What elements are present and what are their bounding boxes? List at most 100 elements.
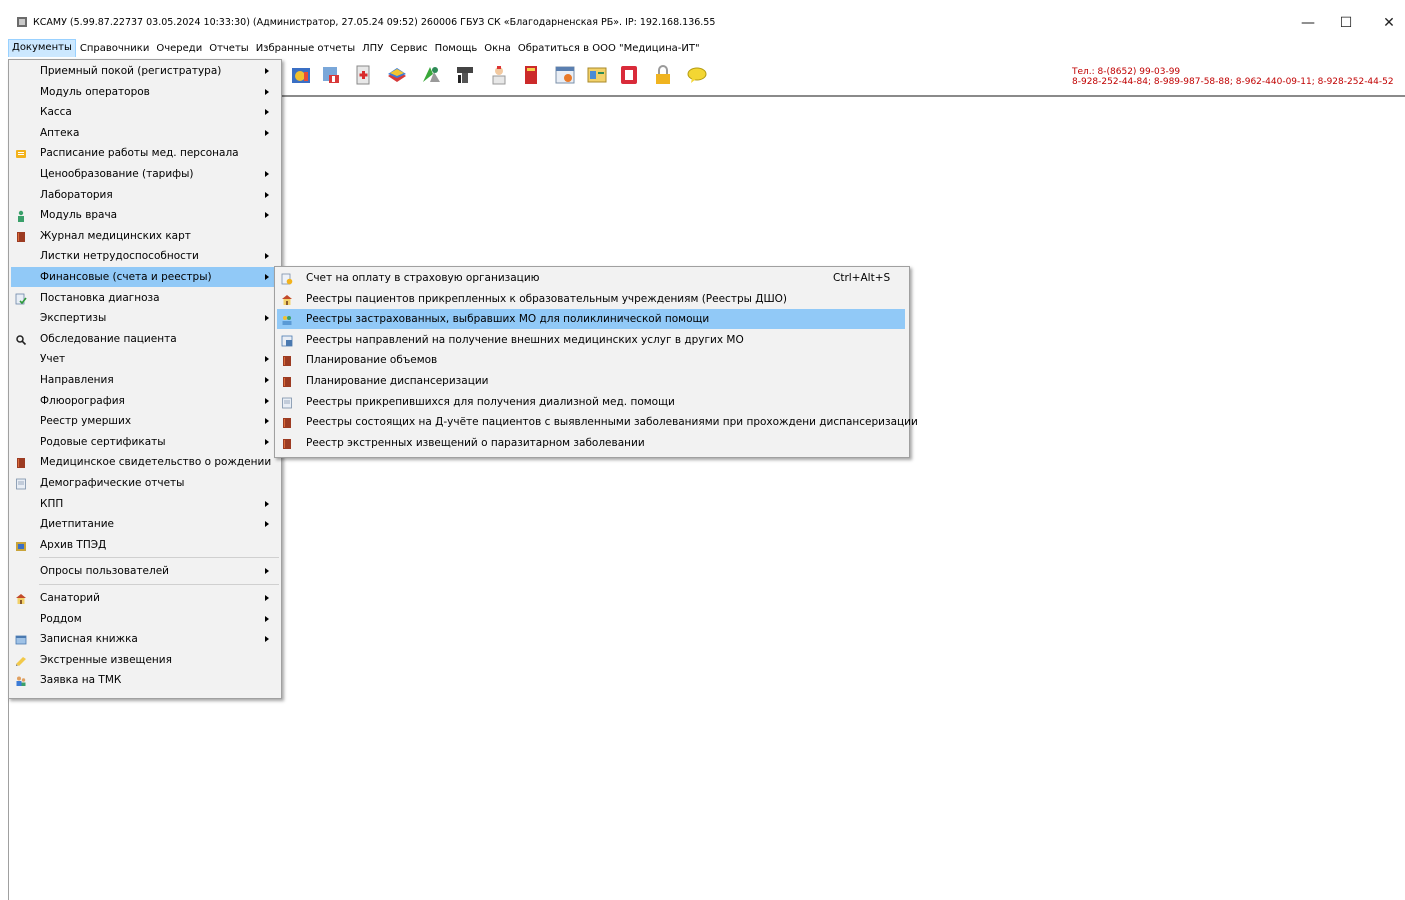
diagnosis-icon (15, 292, 27, 304)
maximize-button[interactable]: ☐ (1323, 8, 1369, 38)
documents-menu-item-label: Флюорография (40, 394, 125, 407)
documents-menu: Приемный покой (регистратура) Модуль опер… (8, 59, 282, 699)
finance-submenu-item-label: Реестры состоящих на Д-учёте пациентов с… (306, 416, 918, 429)
documents-menu-item-label: Диетпитание (40, 518, 114, 531)
submenu-arrow-icon (265, 438, 269, 445)
document-icon (281, 396, 293, 408)
documents-menu-item[interactable]: Демографические отчеты (11, 473, 277, 493)
menu-service[interactable]: Сервис (387, 40, 430, 57)
book-icon (15, 230, 27, 242)
menu-lpu[interactable]: ЛПУ (359, 40, 386, 57)
menu-windows[interactable]: Окна (481, 40, 514, 57)
documents-menu-item[interactable]: Экстренные извещения (11, 650, 277, 670)
documents-menu-item-label: Направления (40, 374, 114, 386)
menu-queues[interactable]: Очереди (153, 40, 205, 57)
documents-menu-item-label: Лаборатория (40, 188, 113, 201)
finance-submenu-item[interactable]: Реестры состоящих на Д-учёте пациентов с… (277, 412, 918, 432)
documents-menu-item[interactable]: Модуль врача (11, 205, 277, 225)
documents-menu-item[interactable]: Роддом (11, 609, 277, 629)
lock-icon[interactable] (652, 64, 674, 86)
document-icon (15, 477, 27, 490)
documents-menu-item-label: Листки нетрудоспособности (40, 250, 199, 263)
documents-menu-item[interactable]: Листки нетрудоспособности (11, 246, 277, 266)
finance-submenu-item[interactable]: Счет на оплату в страховую организацию Ct… (277, 268, 905, 288)
menu-contact-vendor[interactable]: Обратиться в ООО "Медицина-ИТ" (515, 40, 703, 57)
documents-menu-item[interactable]: Касса (11, 102, 277, 122)
documents-menu-item[interactable]: Приемный покой (регистратура) (11, 61, 277, 81)
documents-menu-item[interactable]: Записная книжка (11, 629, 277, 649)
finance-submenu-item[interactable]: Реестр экстренных извещений о паразитарн… (277, 433, 905, 453)
documents-menu-item[interactable]: КПП (11, 494, 277, 514)
documents-menu-item-label: Реестр умерших (40, 415, 132, 428)
documents-menu-item[interactable]: Ценообразование (тарифы) (11, 164, 277, 184)
nurse-icon[interactable] (488, 64, 510, 86)
documents-menu-item[interactable]: Родовые сертификаты (11, 432, 277, 452)
documents-menu-item[interactable]: Модуль операторов (11, 82, 277, 102)
menu-documents[interactable]: Документы (8, 38, 76, 58)
documents-menu-item[interactable]: Санаторий (11, 588, 277, 608)
title-bar: КСАМУ (5.99.87.22737 03.05.2024 10:33:30… (0, 0, 1405, 38)
pdf-icon[interactable] (618, 64, 640, 86)
books-icon[interactable] (386, 64, 408, 86)
red-book-icon[interactable] (520, 64, 542, 86)
submenu-arrow-icon (265, 521, 269, 528)
finance-submenu-item-label: Реестры застрахованных, выбравших МО для… (306, 313, 710, 326)
people-icon (281, 313, 293, 326)
finance-submenu-item-label: Планирование объемов (306, 354, 438, 367)
documents-menu-item[interactable]: Расписание работы мед. персонала (11, 143, 277, 163)
documents-menu-item[interactable]: Направления (11, 370, 277, 390)
documents-menu-item[interactable]: Финансовые (счета и реестры) (11, 267, 277, 287)
documents-menu-item[interactable]: Заявка на ТМК (11, 670, 277, 690)
chat-icon[interactable] (686, 64, 708, 86)
menu-help[interactable]: Помощь (432, 40, 481, 57)
id-card-icon[interactable] (586, 64, 608, 86)
submenu-arrow-icon (265, 315, 269, 322)
finance-submenu-item[interactable]: Реестры прикрепившихся для получения диа… (277, 392, 905, 412)
documents-menu-item[interactable]: Реестр умерших (11, 411, 277, 431)
submenu-arrow-icon (265, 171, 269, 177)
report-chart-icon[interactable] (290, 64, 312, 86)
leaf-icon[interactable] (420, 64, 442, 86)
book-icon (281, 416, 293, 429)
documents-menu-item-label: Обследование пациента (40, 332, 177, 345)
documents-menu-item[interactable]: Архив ТПЭД (11, 535, 277, 555)
medicine-icon[interactable] (320, 64, 342, 86)
finance-submenu-item[interactable]: Реестры направлений на получение внешних… (277, 330, 905, 350)
documents-menu-item[interactable]: Обследование пациента (11, 329, 277, 349)
contact-phones-line: 8-928-252-44-84; 8-989-987-58-88; 8-962-… (1072, 77, 1394, 87)
documents-menu-item-label: КПП (40, 497, 64, 510)
menu-reports[interactable]: Отчеты (206, 40, 251, 57)
documents-menu-item-label: Модуль операторов (40, 85, 150, 98)
submenu-arrow-icon (265, 88, 269, 95)
documents-menu-item-label: Учет (40, 353, 66, 366)
finance-submenu-item[interactable]: Планирование объемов (277, 350, 905, 370)
barcode-scanner-icon[interactable] (454, 64, 476, 86)
documents-menu-item-label: Заявка на ТМК (40, 674, 122, 687)
documents-menu-item-label: Ценообразование (тарифы) (40, 168, 194, 180)
close-button[interactable]: ✕ (1366, 8, 1405, 38)
documents-menu-item[interactable]: Медицинское свидетельство о рождении (11, 452, 277, 472)
submenu-arrow-icon (265, 274, 269, 280)
documents-menu-item[interactable]: Диетпитание (11, 514, 277, 534)
submenu-arrow-icon (265, 191, 269, 198)
menu-directories[interactable]: Справочники (77, 40, 153, 57)
contact-phone-line: Тел.: 8-(8652) 99-03-99 (1072, 67, 1181, 77)
submenu-arrow-icon (265, 68, 269, 74)
documents-menu-item[interactable]: Экспертизы (11, 308, 277, 328)
menu-favorite-reports[interactable]: Избранные отчеты (253, 40, 358, 57)
first-aid-icon[interactable] (352, 64, 374, 86)
documents-menu-item[interactable]: Опросы пользователей (11, 561, 277, 581)
finance-submenu-item[interactable]: Планирование диспансеризации (277, 371, 905, 391)
documents-menu-item[interactable]: Постановка диагноза (11, 288, 277, 308)
documents-menu-item[interactable]: Аптека (11, 123, 277, 143)
app-icon (17, 17, 27, 27)
finance-submenu-item[interactable]: Реестры застрахованных, выбравших МО для… (277, 309, 905, 330)
documents-menu-item[interactable]: Лаборатория (11, 185, 277, 205)
calendar-icon[interactable] (554, 64, 576, 86)
menu-shortcut: Ctrl+Alt+S (833, 272, 891, 284)
documents-menu-item[interactable]: Учет (11, 349, 277, 369)
documents-menu-item[interactable]: Флюорография (11, 391, 277, 411)
documents-menu-item[interactable]: Журнал медицинских карт (11, 226, 277, 246)
finance-submenu-item[interactable]: Реестры пациентов прикрепленных к образо… (277, 289, 905, 309)
submenu-arrow-icon (265, 418, 269, 425)
